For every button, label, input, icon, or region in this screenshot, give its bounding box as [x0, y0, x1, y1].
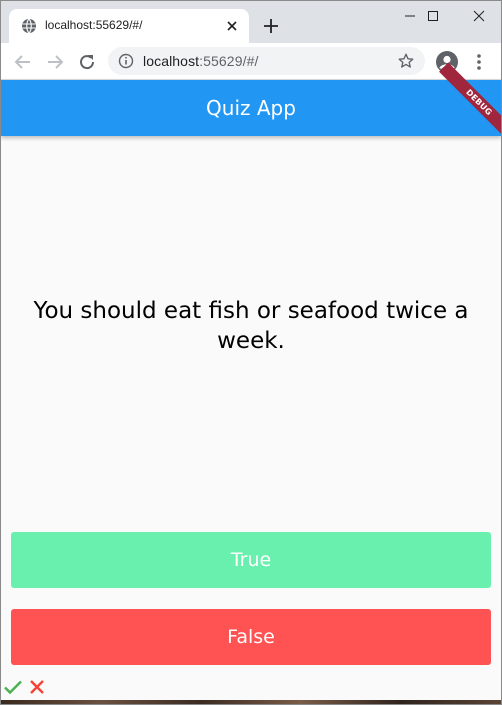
true-button[interactable]: True: [11, 532, 491, 588]
app-title: Quiz App: [206, 96, 296, 120]
true-button-label: True: [230, 549, 272, 571]
star-icon[interactable]: [397, 52, 415, 70]
false-button[interactable]: False: [11, 609, 491, 665]
browser-window: localhost:55629/#/ localhost:55629/#/ Qu…: [0, 0, 502, 705]
address-bar[interactable]: localhost:55629/#/: [108, 47, 425, 75]
quiz-page: You should eat fish or seafood twice a w…: [1, 136, 501, 704]
forward-button[interactable]: [43, 50, 67, 74]
globe-icon: [21, 18, 37, 34]
url-host: localhost: [143, 53, 200, 69]
url-path: :55629/#/: [199, 53, 259, 69]
menu-button[interactable]: [467, 50, 491, 74]
new-tab-button[interactable]: [260, 15, 282, 37]
false-button-label: False: [227, 626, 275, 648]
maximize-button[interactable]: [410, 3, 456, 29]
close-icon[interactable]: [223, 17, 241, 35]
url-text[interactable]: localhost:55629/#/: [143, 53, 258, 69]
reload-button[interactable]: [75, 50, 99, 74]
desktop-background-strip: [1, 700, 501, 704]
tab-strip: localhost:55629/#/: [1, 1, 501, 43]
close-icon: [27, 677, 47, 697]
check-icon: [3, 677, 23, 697]
window-close-icon: [473, 10, 485, 22]
browser-toolbar: localhost:55629/#/: [1, 43, 501, 80]
app-bar: Quiz App DEBUG: [1, 62, 501, 143]
tab-title: localhost:55629/#/: [45, 18, 143, 32]
plus-icon: [264, 19, 278, 33]
browser-tab[interactable]: localhost:55629/#/: [9, 9, 249, 43]
question-text: You should eat fish or seafood twice a w…: [33, 298, 469, 354]
more-vertical-icon: [477, 54, 481, 70]
back-button[interactable]: [11, 50, 35, 74]
arrow-right-icon: [48, 55, 64, 69]
reload-icon: [80, 55, 95, 70]
window-close-button[interactable]: [456, 3, 501, 29]
maximize-icon: [428, 11, 438, 21]
info-icon[interactable]: [118, 53, 134, 69]
arrow-left-icon: [14, 55, 30, 69]
